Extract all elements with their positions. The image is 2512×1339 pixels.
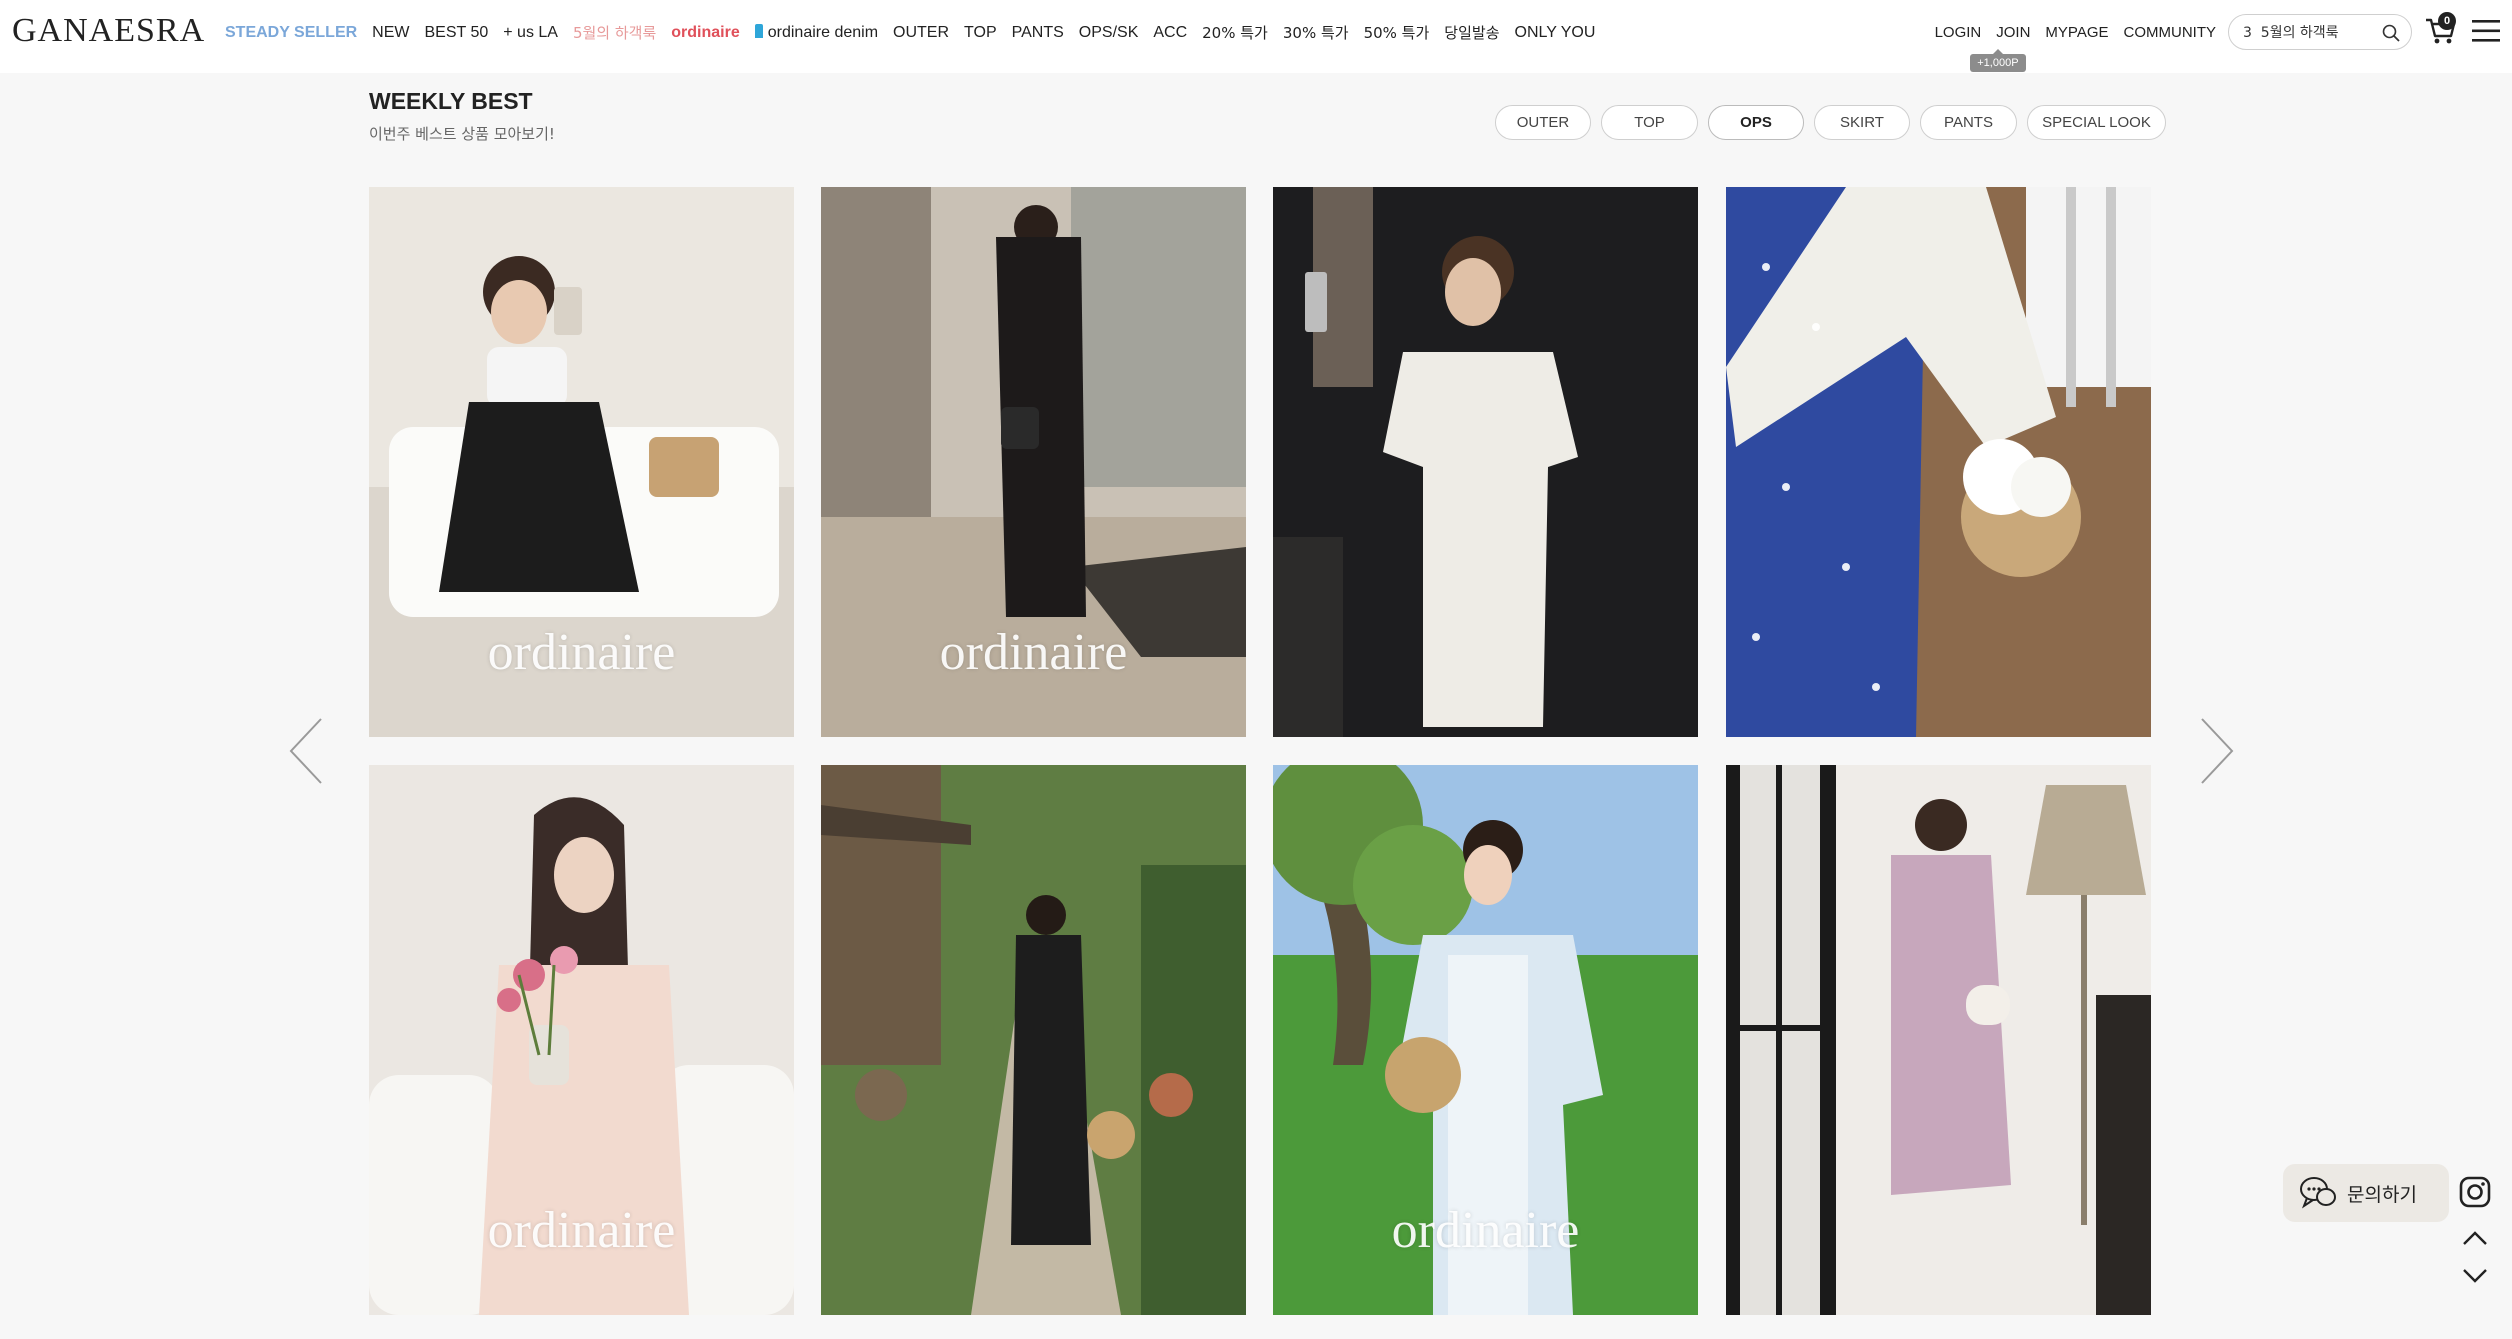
nav-new[interactable]: NEW	[372, 24, 409, 42]
product-watermark: ordinaire	[939, 624, 1128, 681]
nav-20-sale[interactable]: 20% 특가	[1202, 22, 1268, 43]
tab-special-look[interactable]: SPECIAL LOOK	[2027, 105, 2166, 140]
product-card[interactable]: ordinaire	[369, 187, 794, 737]
join-link[interactable]: JOIN +1,000P	[1970, 24, 2031, 72]
nav-ordinaire-denim[interactable]: ordinaire denim	[754, 23, 879, 42]
product-card[interactable]: ordinaire	[1273, 765, 1698, 1315]
product-card[interactable]	[1726, 765, 2151, 1315]
product-card[interactable]: ordinaire	[821, 187, 1246, 737]
product-image	[1726, 187, 2151, 737]
product-card[interactable]: ordinaire	[369, 765, 794, 1315]
scroll-down-icon[interactable]	[2460, 1264, 2490, 1288]
hamburger-menu-icon[interactable]	[2472, 18, 2500, 44]
nav-ordinaire-denim-label: ordinaire denim	[767, 23, 879, 41]
chat-icon	[2300, 1177, 2336, 1209]
next-arrow-icon[interactable]	[2196, 716, 2236, 786]
instagram-icon[interactable]	[2458, 1175, 2492, 1209]
search-icon[interactable]	[2381, 23, 2401, 43]
nav-best-50[interactable]: BEST 50	[425, 24, 489, 42]
nav-ordinaire[interactable]: ordinaire	[671, 24, 739, 42]
inquiry-chat-button[interactable]: 문의하기	[2283, 1164, 2449, 1222]
section-subtitle: 이번주 베스트 상품 모아보기!	[369, 125, 555, 143]
site-logo[interactable]: GANAESRA	[12, 12, 205, 50]
product-image	[821, 765, 1246, 1315]
mypage-link[interactable]: MYPAGE	[2045, 24, 2108, 41]
product-watermark: ordinaire	[1391, 1202, 1580, 1259]
nav-us-la[interactable]: + us LA	[503, 24, 558, 42]
product-card[interactable]	[821, 765, 1246, 1315]
search-input[interactable]	[2243, 24, 2383, 40]
main-nav: STEADY SELLER NEW BEST 50 + us LA 5월의 하객…	[225, 22, 1610, 43]
product-watermark: ordinaire	[487, 624, 676, 681]
nav-acc[interactable]: ACC	[1153, 24, 1187, 42]
tab-outer[interactable]: OUTER	[1495, 105, 1591, 140]
search-box	[2228, 14, 2412, 50]
nav-may-guest-look[interactable]: 5월의 하객룩	[573, 22, 656, 43]
product-image	[1273, 187, 1698, 737]
product-watermark: ordinaire	[487, 1202, 676, 1259]
scroll-up-icon[interactable]	[2460, 1226, 2490, 1250]
login-link[interactable]: LOGIN	[1935, 24, 1982, 41]
join-points-badge: +1,000P	[1970, 49, 2026, 72]
cart-count-badge: 0	[2438, 12, 2456, 30]
nav-pants[interactable]: PANTS	[1012, 24, 1064, 42]
community-link[interactable]: COMMUNITY	[2124, 24, 2217, 41]
category-tabs: OUTER TOP OPS SKIRT PANTS SPECIAL LOOK	[1495, 105, 2166, 140]
nav-outer[interactable]: OUTER	[893, 24, 949, 42]
denim-icon	[754, 23, 763, 38]
product-grid: ordinaire ordinaire ordinaire ordinaire	[369, 187, 2152, 1317]
join-label: JOIN	[1996, 24, 2031, 41]
nav-30-sale[interactable]: 30% 특가	[1283, 22, 1349, 43]
nav-top[interactable]: TOP	[964, 24, 997, 42]
tab-skirt[interactable]: SKIRT	[1814, 105, 1910, 140]
tab-top[interactable]: TOP	[1601, 105, 1698, 140]
section-title: WEEKLY BEST	[369, 88, 533, 114]
nav-ops-sk[interactable]: OPS/SK	[1079, 24, 1139, 42]
product-card[interactable]	[1273, 187, 1698, 737]
tab-pants[interactable]: PANTS	[1920, 105, 2017, 140]
nav-same-day-shipping[interactable]: 당일발송	[1444, 22, 1499, 43]
tab-ops[interactable]: OPS	[1708, 105, 1804, 140]
nav-50-sale[interactable]: 50% 특가	[1364, 22, 1430, 43]
chat-label: 문의하기	[2347, 1183, 2417, 1206]
utility-nav: LOGIN JOIN +1,000P MYPAGE COMMUNITY	[1935, 24, 2217, 72]
site-header: GANAESRA STEADY SELLER NEW BEST 50 + us …	[0, 0, 2512, 73]
nav-steady-seller[interactable]: STEADY SELLER	[225, 24, 357, 42]
nav-only-you[interactable]: ONLY YOU	[1515, 24, 1596, 42]
prev-arrow-icon[interactable]	[287, 716, 327, 786]
product-card[interactable]	[1726, 187, 2151, 737]
product-image	[1726, 765, 2151, 1315]
